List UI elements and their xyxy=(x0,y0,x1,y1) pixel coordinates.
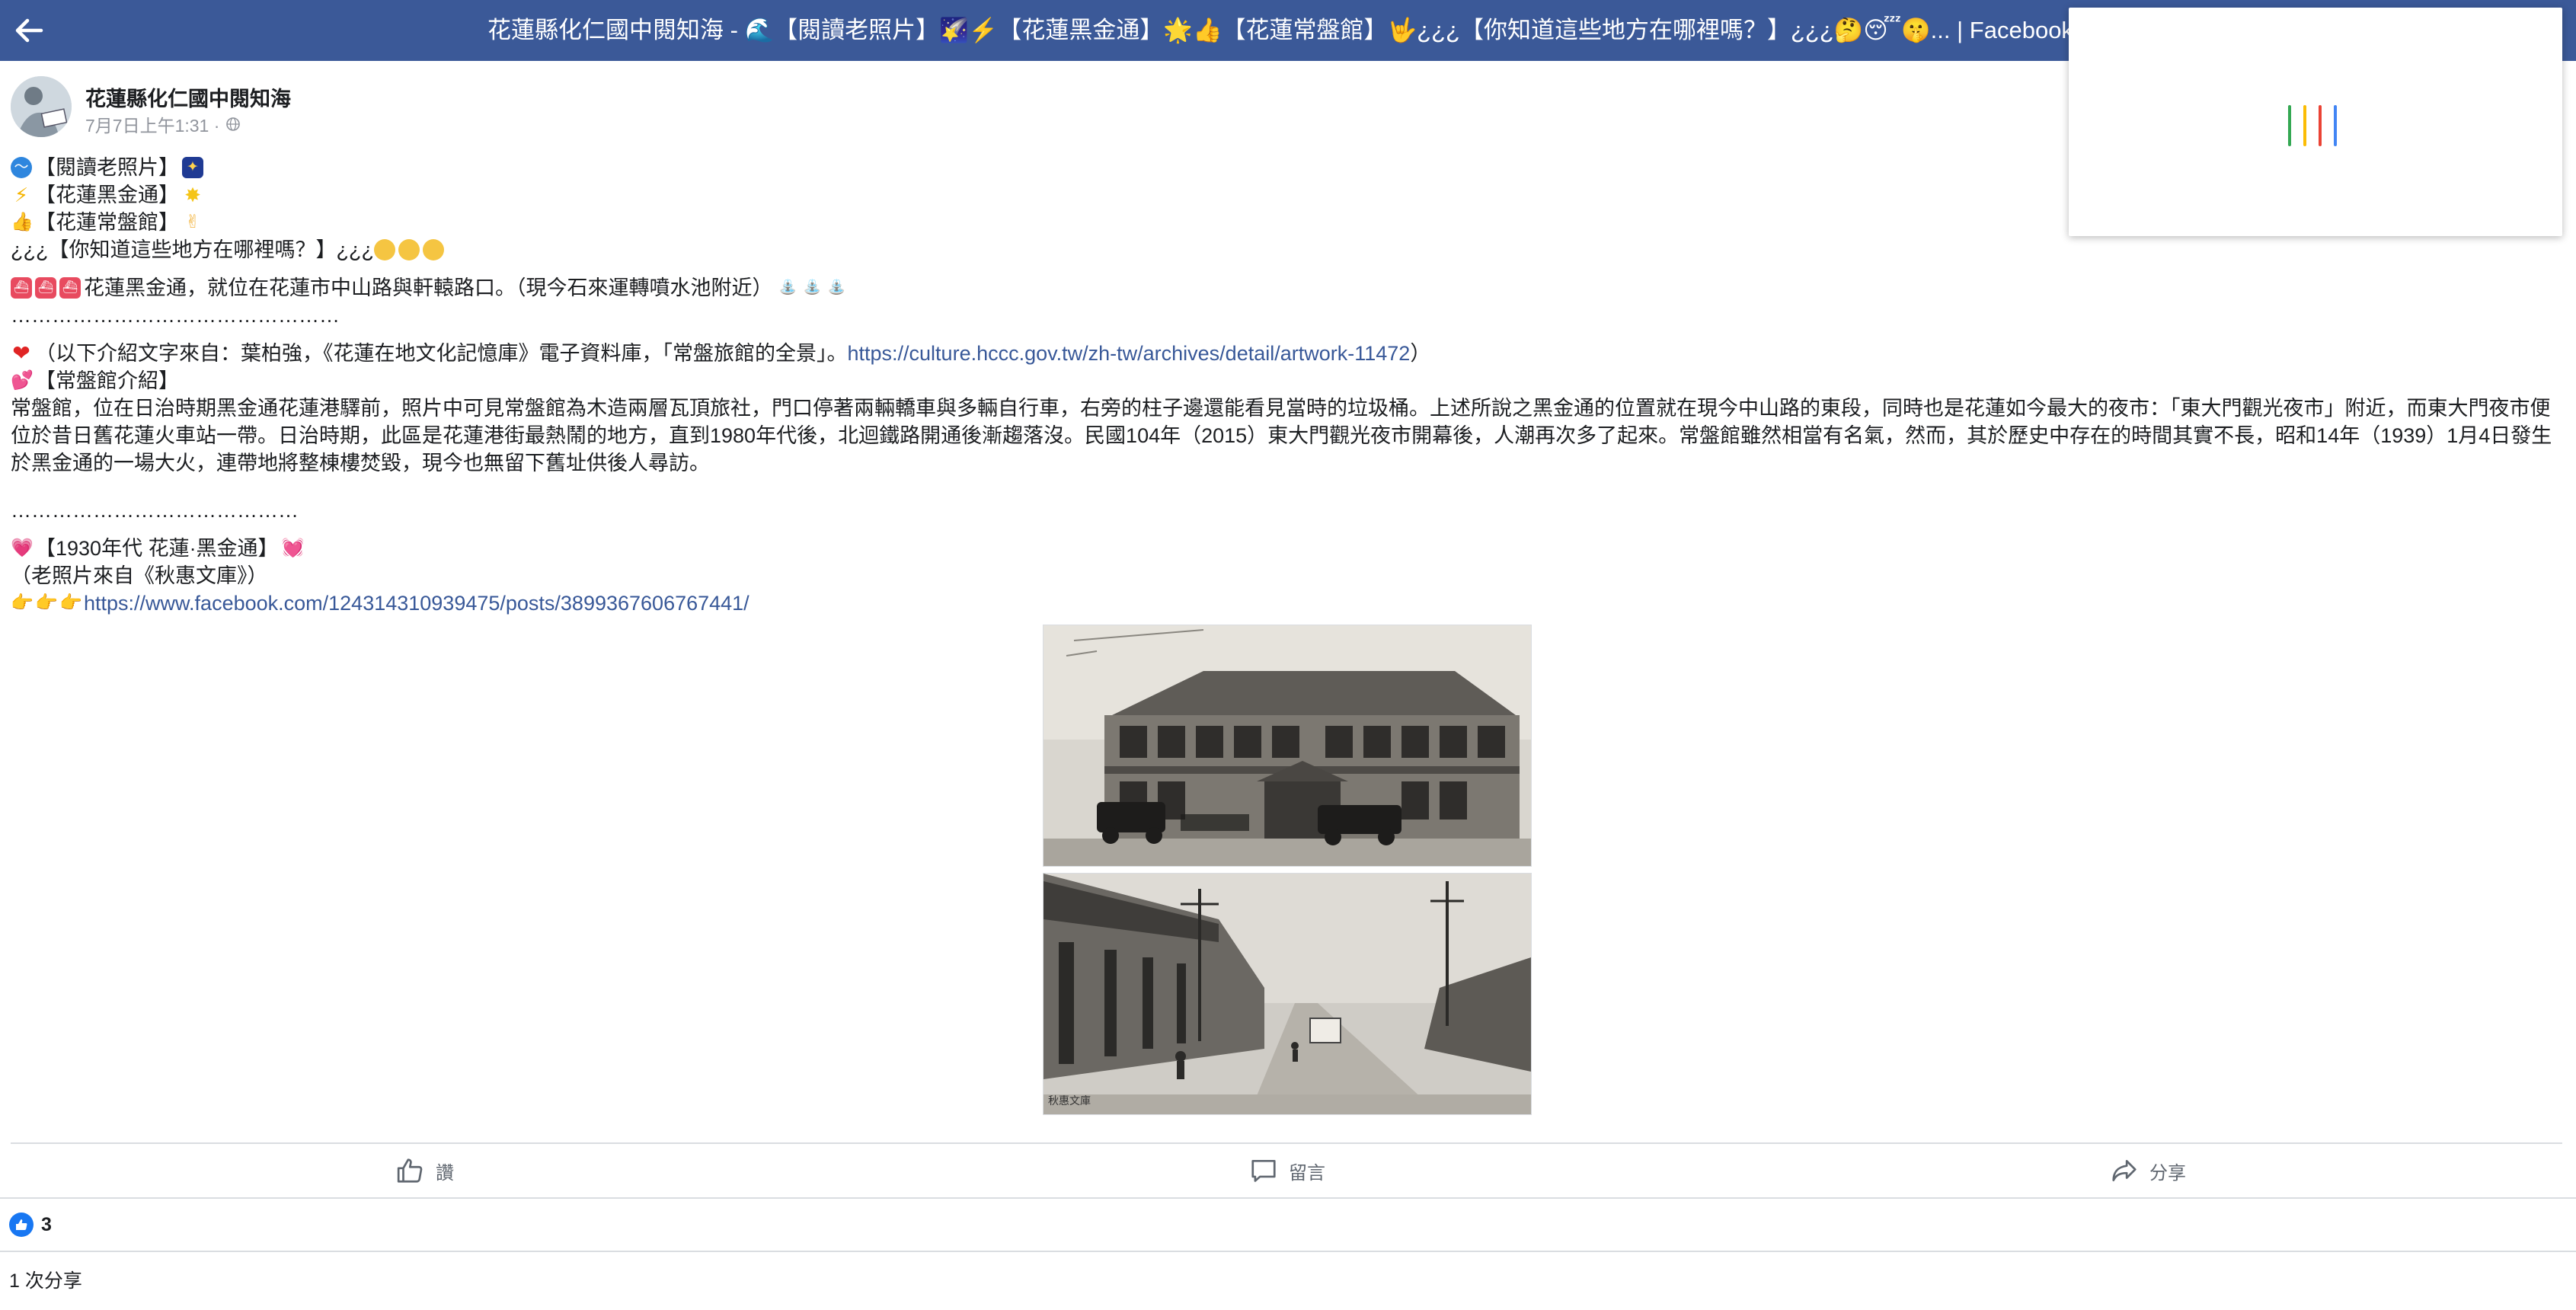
post-timestamp[interactable]: 7月7日上午1:31 · xyxy=(85,111,219,137)
share-count[interactable]: 1 次分享 xyxy=(9,1266,82,1293)
intro-paragraph: 常盤館，位在日治時期黑金通花蓮港驛前，照片中可見常盤館為木造兩層瓦頂旅社，門口停… xyxy=(11,397,2552,474)
source-link[interactable]: https://culture.hccc.gov.tw/zh-tw/archiv… xyxy=(848,340,1411,367)
lightning-icon: ⚡ xyxy=(14,184,29,206)
author-name[interactable]: 花蓮縣化仁國中閱知海 xyxy=(85,82,291,112)
share-label: 分享 xyxy=(2149,1162,2186,1184)
two-hearts-icon: 💕 xyxy=(11,370,34,391)
comment-label: 留言 xyxy=(1289,1162,1325,1184)
post-line: 👉 👉 👉 https://www.facebook.com/124314310… xyxy=(11,590,2562,617)
photo-building-image xyxy=(1044,625,1531,866)
sparkling-heart-icon: 💗 xyxy=(11,538,34,558)
post-text: （老照片來自《秋惠文庫》） xyxy=(11,564,268,587)
pointing-right-icon: 👉 xyxy=(59,593,82,613)
post-line: 💕 【常盤館介紹】 xyxy=(11,367,2562,395)
globe-icon xyxy=(226,117,241,131)
post-line: ❤ （以下介紹文字來自：葉柏強，《花蓮在地文化記憶庫》電子資料庫，「常盤旅館的全… xyxy=(11,340,2562,367)
comment-button[interactable]: 留言 xyxy=(1249,1152,1325,1190)
thinking-face-icon xyxy=(373,239,395,260)
thumbs-up-icon xyxy=(397,1158,423,1183)
fountain-icon: ⛲ xyxy=(803,280,822,296)
facebook-post-link[interactable]: https://www.facebook.com/124314310939475… xyxy=(84,590,749,617)
like-label: 讚 xyxy=(436,1162,454,1184)
fountain-icon: ⛲ xyxy=(827,280,846,296)
post-text: 【花蓮黑金通】 xyxy=(35,184,179,206)
wave-icon: 〜 xyxy=(11,157,32,178)
pointing-right-icon: 👉 xyxy=(11,593,34,613)
photo-street-view[interactable]: 秋惠文庫 xyxy=(1043,873,1532,1115)
post-line: 💗 【1930年代 花蓮·黑金通】 💓 xyxy=(11,535,2562,562)
ship-icon: ⛴ xyxy=(59,277,81,299)
ship-icon: ⛴ xyxy=(11,277,32,299)
reaction-summary[interactable]: 3 xyxy=(9,1213,52,1237)
photo-tokiwa-hotel[interactable] xyxy=(1043,625,1532,867)
pointing-right-icon: 👉 xyxy=(35,593,58,613)
post-text: ） xyxy=(1410,342,1431,365)
page-avatar[interactable] xyxy=(11,76,72,137)
post-line: ⛴ ⛴ ⛴ 花蓮黑金通，就位在花蓮市中山路與軒轅路口。（現今石來運轉噴水池附近）… xyxy=(11,274,2562,302)
divider-dots: …………………………………… xyxy=(11,499,299,522)
like-button[interactable]: 讚 xyxy=(396,1152,454,1190)
heartbeat-icon: 💓 xyxy=(281,538,305,558)
share-button[interactable]: 分享 xyxy=(2110,1152,2186,1190)
avatar-image xyxy=(11,76,72,137)
shooting-star-icon: ✦ xyxy=(182,157,203,178)
post-text: 【常盤館介紹】 xyxy=(35,369,179,392)
reaction-count: 3 xyxy=(41,1213,52,1235)
post-line: ¿¿¿【你知道這些地方在哪裡嗎？】¿¿¿ xyxy=(11,236,2562,264)
post-line: （老照片來自《秋惠文庫》） xyxy=(11,562,2562,590)
share-icon xyxy=(2112,1159,2137,1182)
divider xyxy=(0,1251,2576,1252)
post-text: （以下介紹文字來自：葉柏強，《花蓮在地文化記憶庫》電子資料庫，「常盤旅館的全景」… xyxy=(35,342,848,365)
photo-street-image xyxy=(1044,874,1531,1114)
back-button[interactable] xyxy=(6,9,52,52)
post-line: …………………………………… xyxy=(11,497,2562,524)
post-text: 花蓮黑金通，就位在花蓮市中山路與軒轅路口。（現今石來運轉噴水池附近） xyxy=(84,276,773,299)
fountain-icon: ⛲ xyxy=(778,280,797,296)
like-reaction-icon xyxy=(9,1213,34,1237)
heart-icon: ❤ xyxy=(12,341,30,365)
loading-bar xyxy=(2319,105,2322,146)
divider xyxy=(11,1142,2562,1144)
post-text: 【花蓮常盤館】 xyxy=(35,211,179,234)
divider xyxy=(0,1197,2576,1199)
rock-hand-icon: ✌ xyxy=(184,212,201,232)
loading-bar xyxy=(2288,105,2291,146)
post-line: ………………………………………… xyxy=(11,302,2562,329)
post-meta: 7月7日上午1:31 · xyxy=(85,111,241,137)
thumbs-up-emoji-icon: 👍 xyxy=(11,212,34,232)
star-icon: ✸ xyxy=(184,184,201,206)
ship-icon: ⛴ xyxy=(35,277,56,299)
loading-bar xyxy=(2303,105,2306,146)
post-text: 【閱讀老照片】 xyxy=(35,156,179,179)
shushing-face-icon xyxy=(422,239,444,260)
arrow-left-icon xyxy=(15,18,43,43)
loading-popup xyxy=(2069,8,2562,236)
divider-dots: ………………………………………… xyxy=(11,304,340,327)
photo-caption: 秋惠文庫 xyxy=(1048,1096,1091,1107)
comment-icon xyxy=(1251,1159,1276,1182)
sleeping-face-icon xyxy=(398,239,420,260)
post-text: 【1930年代 花蓮·黑金通】 xyxy=(35,537,279,560)
loading-bar xyxy=(2334,105,2337,146)
post-text: ¿¿¿【你知道這些地方在哪裡嗎？】¿¿¿ xyxy=(11,238,374,261)
